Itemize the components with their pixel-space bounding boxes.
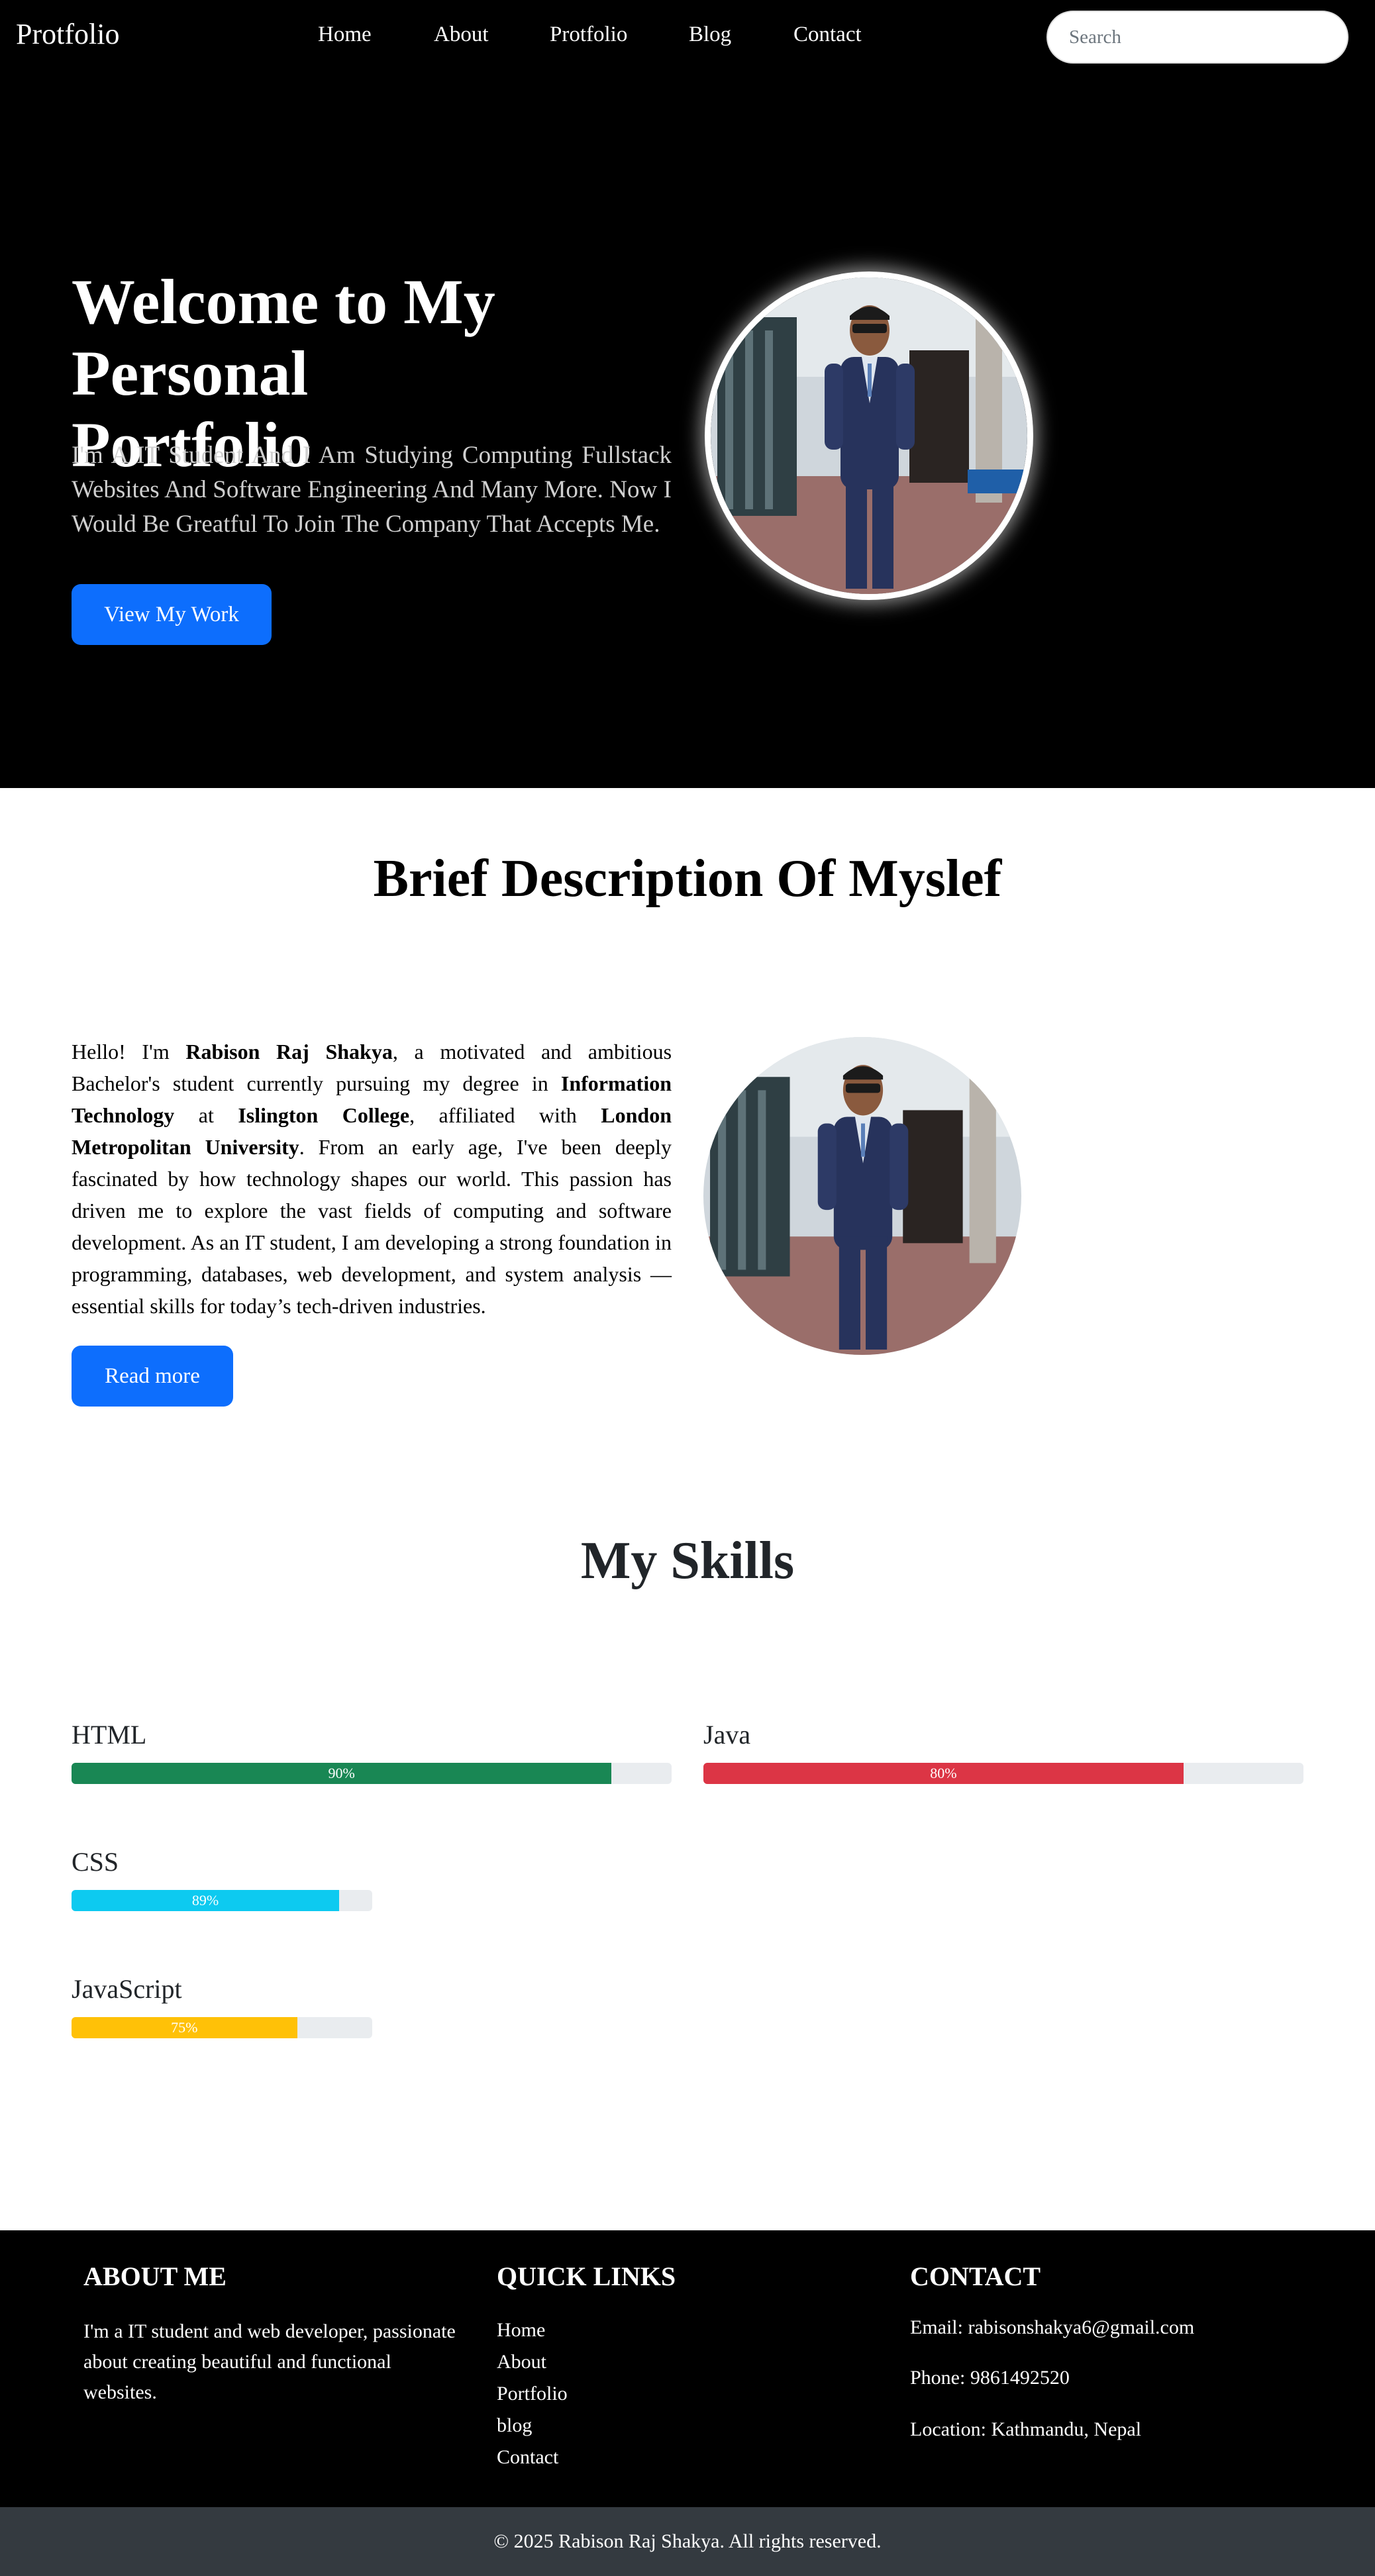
footer-link-contact[interactable]: Contact bbox=[497, 2446, 558, 2469]
footer: ABOUT ME I'm a IT student and web develo… bbox=[0, 2230, 1375, 2507]
name-highlight: Rabison Raj Shakya bbox=[185, 1040, 393, 1064]
footer-phone: Phone: 9861492520 bbox=[910, 2367, 1070, 2389]
skill-name-java: Java bbox=[703, 1720, 751, 1750]
nav-link-contact[interactable]: Contact bbox=[793, 23, 862, 47]
navbar: Protfolio Home About Protfolio Blog Cont… bbox=[0, 0, 1375, 74]
copyright-bar: © 2025 Rabison Raj Shakya. All rights re… bbox=[0, 2507, 1375, 2576]
skill-fill-java: 80% bbox=[703, 1763, 1184, 1784]
skill-name-css: CSS bbox=[72, 1847, 119, 1877]
read-more-button[interactable]: Read more bbox=[72, 1346, 233, 1407]
skill-bar-java: 80% bbox=[703, 1763, 1303, 1784]
footer-link-blog[interactable]: blog bbox=[497, 2414, 532, 2437]
hero-text: I'm A IT Student And I Am Studying Compu… bbox=[72, 442, 672, 538]
footer-about-text: I'm a IT student and web developer, pass… bbox=[83, 2320, 456, 2403]
hero-section: Welcome to My Personal Portfolio I'm A I… bbox=[0, 74, 1375, 788]
footer-link-portfolio[interactable]: Portfolio bbox=[497, 2383, 568, 2405]
footer-location: Location: Kathmandu, Nepal bbox=[910, 2418, 1142, 2440]
search-input[interactable] bbox=[1046, 11, 1349, 64]
nav-link-home[interactable]: Home bbox=[318, 23, 372, 47]
skill-fill-javascript: 75% bbox=[72, 2017, 297, 2038]
skill-bar-javascript: 75% bbox=[72, 2017, 372, 2038]
nav-link-blog[interactable]: Blog bbox=[689, 23, 731, 47]
footer-contact-title: CONTACT bbox=[910, 2261, 1041, 2291]
skills-section-title: My Skills bbox=[580, 1532, 795, 1590]
hero-profile-photo bbox=[705, 272, 1033, 600]
about-photo-image bbox=[703, 1037, 1021, 1355]
footer-link-about[interactable]: About bbox=[497, 2351, 546, 2373]
skill-bar-css: 89% bbox=[72, 1890, 372, 1911]
brand-logo[interactable]: Protfolio bbox=[16, 17, 119, 51]
about-paragraph: Hello! I'm Rabison Raj Shakya, a motivat… bbox=[72, 1040, 672, 1318]
skill-fill-html: 90% bbox=[72, 1763, 612, 1784]
footer-email: Email: rabisonshakya6@gmail.com bbox=[910, 2316, 1195, 2338]
nav-link-about[interactable]: About bbox=[434, 23, 489, 47]
footer-link-home[interactable]: Home bbox=[497, 2319, 545, 2342]
footer-about-title: ABOUT ME bbox=[83, 2261, 227, 2291]
footer-links-title: QUICK LINKS bbox=[497, 2261, 676, 2291]
skill-bar-html: 90% bbox=[72, 1763, 672, 1784]
nav-link-portfolio[interactable]: Protfolio bbox=[550, 23, 627, 47]
skill-name-javascript: JavaScript bbox=[72, 1974, 182, 2004]
skill-fill-css: 89% bbox=[72, 1890, 340, 1911]
view-my-work-button[interactable]: View My Work bbox=[72, 584, 272, 645]
profile-photo-image bbox=[711, 277, 1027, 594]
skill-name-html: HTML bbox=[72, 1720, 147, 1750]
about-profile-photo bbox=[703, 1037, 1021, 1355]
college-highlight: Islington College bbox=[238, 1103, 410, 1127]
about-section-title: Brief Description Of Myslef bbox=[373, 850, 1002, 908]
